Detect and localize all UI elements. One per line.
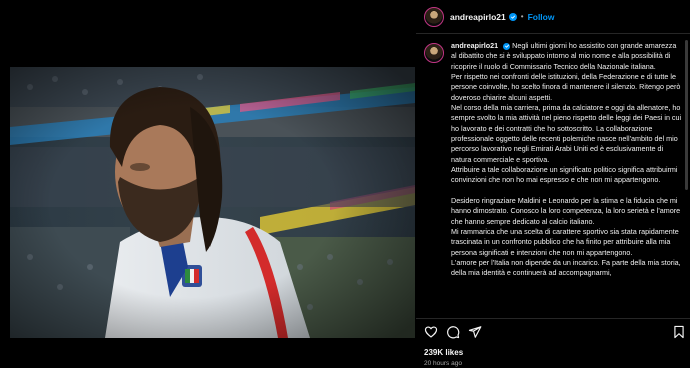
caption-paragraph-6: Mi rammarica che una scelta di carattere…	[451, 226, 679, 257]
separator-dot: •	[520, 12, 524, 21]
likes-count[interactable]: 239K likes	[424, 348, 463, 357]
avatar[interactable]	[424, 6, 444, 27]
post-timestamp[interactable]: 20 hours ago	[424, 360, 462, 367]
caption-section: andreapirlo21 Negli ultimi giorni ho ass…	[416, 35, 690, 315]
instagram-post-view: andreapirlo21 • Follow andreapirlo21 Neg…	[0, 0, 690, 368]
post-header: andreapirlo21 • Follow	[416, 0, 690, 34]
post-actions: 239K likes 20 hours ago	[416, 318, 690, 368]
comment-icon[interactable]	[446, 325, 460, 339]
action-icons	[424, 324, 686, 340]
media-area	[0, 0, 416, 368]
post-image[interactable]	[10, 67, 415, 338]
heart-icon[interactable]	[424, 325, 438, 339]
post-panel: andreapirlo21 • Follow andreapirlo21 Neg…	[416, 0, 690, 368]
caption-paragraph-5: Desidero ringraziare Maldini e Leonardo …	[451, 195, 681, 226]
send-icon[interactable]	[468, 325, 482, 339]
caption-avatar[interactable]	[424, 43, 444, 63]
caption-paragraph-7: L'amore per l'Italia non dipende da un i…	[451, 257, 681, 278]
scrollbar[interactable]	[685, 40, 688, 190]
verified-badge-icon	[508, 12, 517, 21]
bookmark-icon[interactable]	[672, 325, 686, 339]
caption-paragraph-4: Attribuire a tale collaborazione un sign…	[451, 165, 678, 185]
follow-button[interactable]: Follow	[528, 12, 555, 22]
caption-paragraph: andreapirlo21 Negli ultimi giorni ho ass…	[451, 41, 682, 72]
caption-text: andreapirlo21 Negli ultimi giorni ho ass…	[451, 41, 682, 315]
caption-paragraph-2: Per rispetto nei confronti delle istituz…	[451, 72, 681, 102]
caption-username[interactable]: andreapirlo21	[451, 41, 498, 50]
verified-badge-icon	[503, 42, 511, 50]
header-username[interactable]: andreapirlo21	[450, 12, 506, 22]
caption-paragraph-3: Nel corso della mia carriera, prima da c…	[451, 103, 682, 164]
